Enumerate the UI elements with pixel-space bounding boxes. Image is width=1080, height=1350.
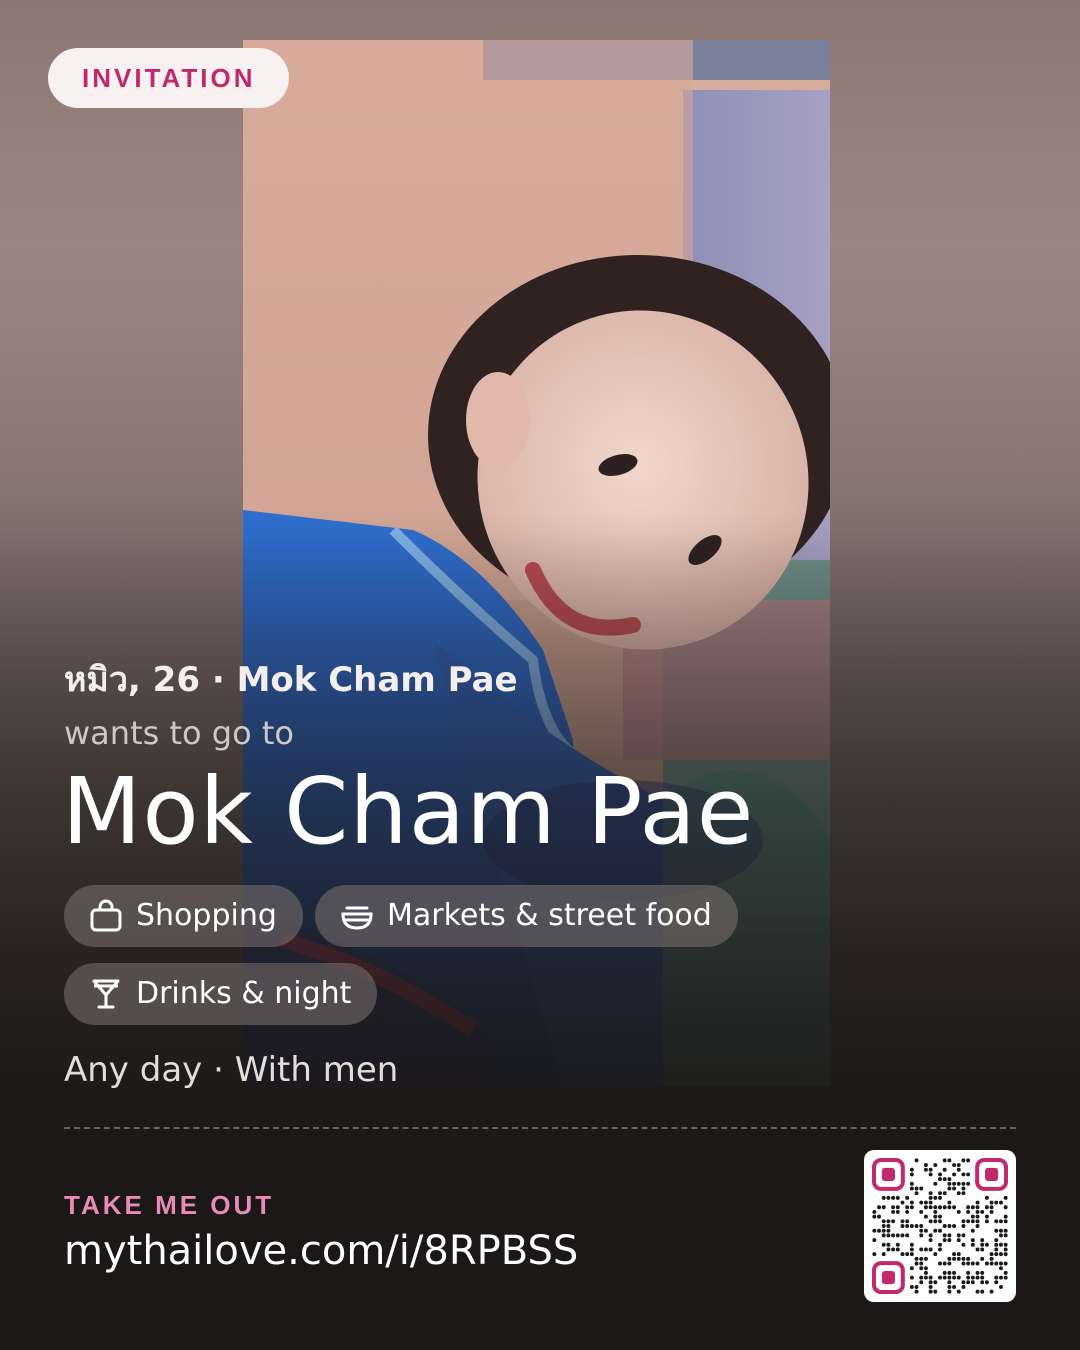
qr-code-pattern bbox=[872, 1158, 1009, 1295]
shopping-bag-icon bbox=[88, 898, 124, 934]
invitation-card: INVITATION หมิว, 26 · Mok Cham Pae wants… bbox=[0, 0, 1080, 1350]
tag-shopping: Shopping bbox=[64, 885, 303, 947]
cocktail-glass-icon bbox=[88, 976, 124, 1012]
cta-label: TAKE ME OUT bbox=[64, 1190, 275, 1220]
qr-code[interactable] bbox=[864, 1150, 1016, 1302]
invite-link[interactable]: mythailove.com/i/8RPBSS bbox=[64, 1228, 578, 1274]
tag-label: Shopping bbox=[136, 898, 277, 933]
dashed-divider bbox=[64, 1127, 1016, 1129]
tag-label: Drinks & night bbox=[136, 976, 352, 1011]
profile-subline: หมิว, 26 · Mok Cham Pae bbox=[64, 660, 518, 700]
availability-meta: Any day · With men bbox=[64, 1050, 399, 1090]
invitation-badge: INVITATION bbox=[48, 48, 290, 108]
tag-markets: Markets & street food bbox=[315, 885, 738, 947]
tag-label: Markets & street food bbox=[387, 898, 712, 933]
wants-to-go-label: wants to go to bbox=[64, 714, 294, 752]
destination-title: Mok Cham Pae bbox=[62, 758, 755, 865]
tag-drinks: Drinks & night bbox=[64, 963, 378, 1025]
bowl-icon bbox=[339, 898, 375, 934]
